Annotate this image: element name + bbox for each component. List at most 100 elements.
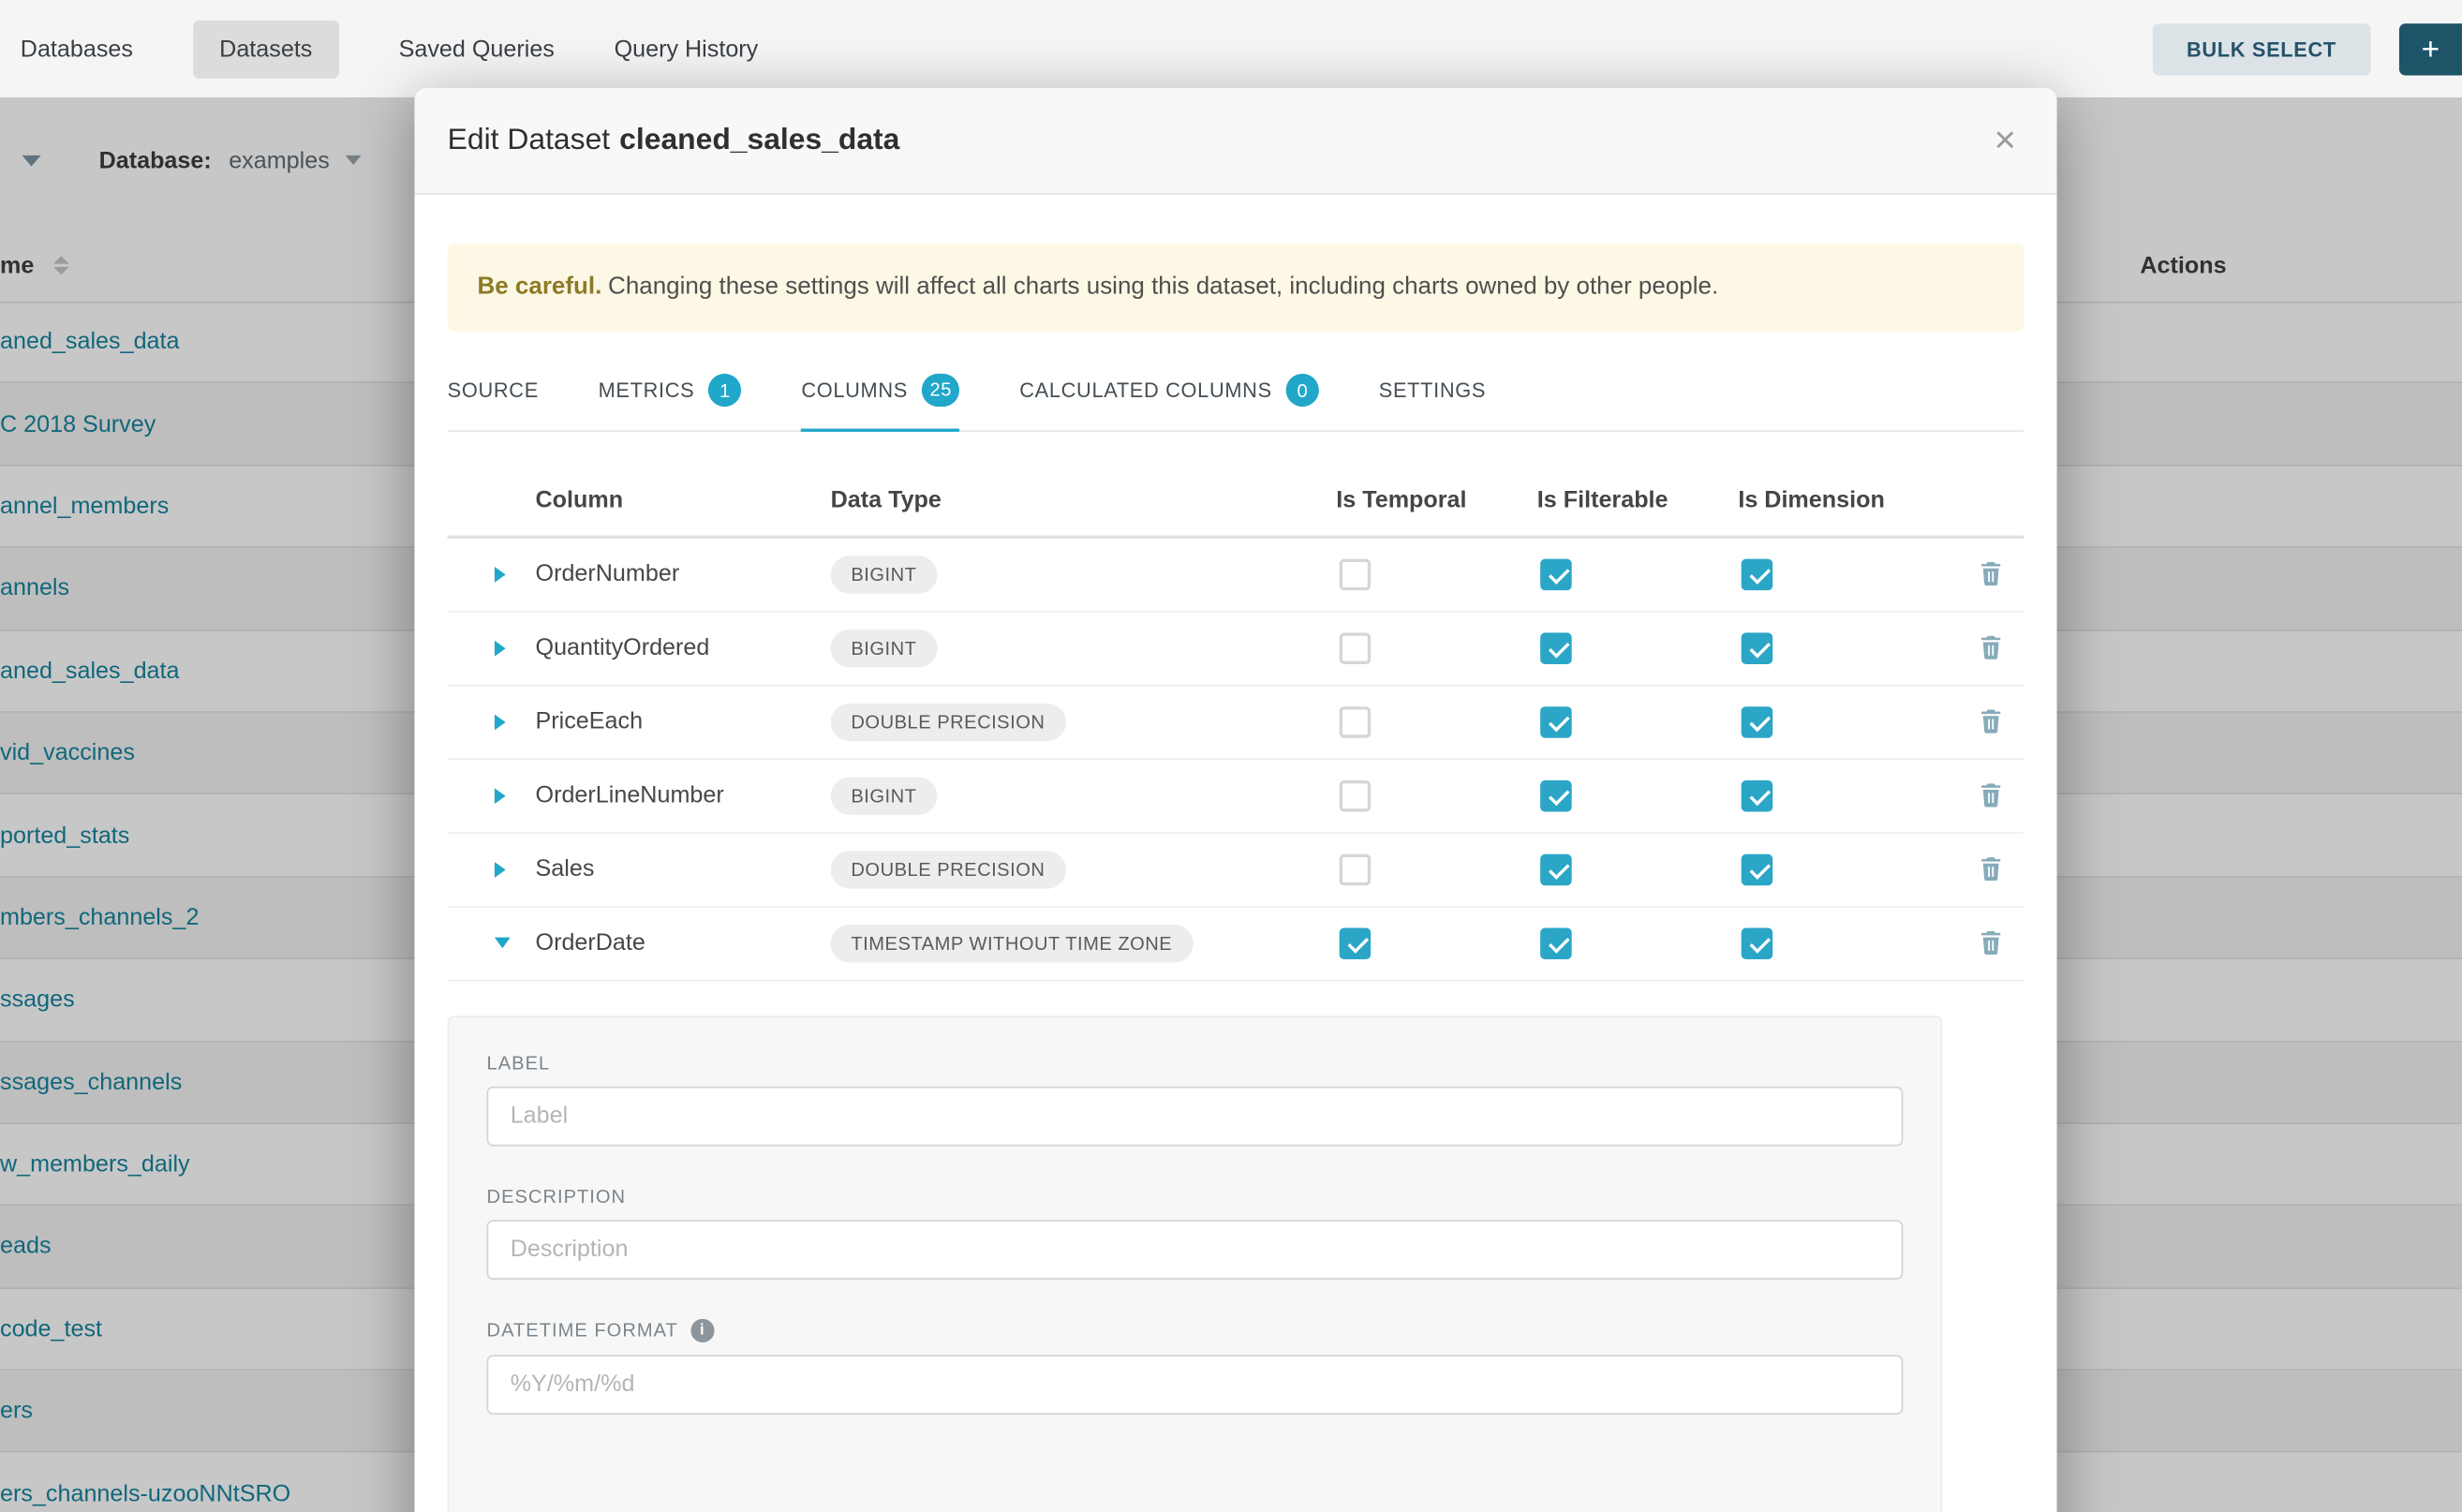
datetime-format-field-group: DATETIME FORMAT i: [487, 1318, 1904, 1414]
warning-banner: Be careful.Changing these settings will …: [448, 244, 2024, 331]
datetime-format-field-label: DATETIME FORMAT i: [487, 1318, 1904, 1342]
modal-title: Edit Dataset cleaned_sales_data: [448, 124, 900, 158]
is-temporal-checkbox[interactable]: [1340, 632, 1372, 664]
delete-column-icon[interactable]: [1980, 784, 2001, 808]
edit-dataset-modal: Edit Dataset cleaned_sales_data × Be care…: [414, 88, 2056, 1512]
columns-count-badge: 25: [922, 373, 959, 406]
column-row: PriceEach DOUBLE PRECISION: [448, 686, 2024, 760]
add-dataset-button[interactable]: +: [2399, 22, 2462, 74]
is-dimension-checkbox[interactable]: [1742, 927, 1773, 959]
expand-caret-icon[interactable]: [495, 788, 506, 804]
is-dimension-checkbox[interactable]: [1742, 853, 1773, 885]
column-name: QuantityOrdered: [536, 634, 831, 660]
tab-source[interactable]: SOURCE: [448, 353, 539, 430]
expand-caret-icon[interactable]: [495, 714, 506, 730]
is-filterable-checkbox[interactable]: [1540, 779, 1572, 811]
is-dimension-header: Is Dimension: [1738, 487, 1939, 513]
data-type-pill: BIGINT: [831, 777, 938, 814]
column-name: OrderDate: [536, 930, 831, 956]
delete-column-icon[interactable]: [1980, 636, 2001, 660]
datetime-format-input[interactable]: [487, 1355, 1904, 1415]
columns-table: Column Data Type Is Temporal Is Filterab…: [448, 466, 2024, 981]
delete-column-icon[interactable]: [1980, 562, 2001, 586]
calculated-columns-count-badge: 0: [1286, 374, 1319, 407]
tab-label: SOURCE: [448, 378, 539, 402]
column-row: Sales DOUBLE PRECISION: [448, 833, 2024, 907]
description-input[interactable]: [487, 1220, 1904, 1280]
description-field-label: DESCRIPTION: [487, 1185, 1904, 1207]
data-type-pill: BIGINT: [831, 556, 938, 593]
tab-label: CALCULATED COLUMNS: [1019, 378, 1272, 402]
bulk-select-button[interactable]: BULK SELECT: [2152, 22, 2371, 74]
expand-caret-icon[interactable]: [495, 640, 506, 656]
is-temporal-checkbox[interactable]: [1340, 706, 1372, 738]
is-temporal-header: Is Temporal: [1336, 487, 1537, 513]
info-icon[interactable]: i: [690, 1318, 714, 1342]
expand-caret-icon[interactable]: [495, 567, 506, 583]
plus-icon: +: [2422, 32, 2440, 67]
is-temporal-checkbox[interactable]: [1340, 779, 1372, 811]
modal-title-dataset-name: cleaned_sales_data: [619, 124, 899, 156]
column-header: Column: [536, 487, 831, 513]
delete-column-icon[interactable]: [1980, 931, 2001, 955]
is-filterable-checkbox[interactable]: [1540, 853, 1572, 885]
nav-right-actions: BULK SELECT +: [2152, 22, 2462, 74]
data-type-pill: TIMESTAMP WITHOUT TIME ZONE: [831, 925, 1193, 962]
tab-bar: SOURCE METRICS 1 COLUMNS 25 CALCULATED C…: [448, 353, 2024, 432]
tab-settings[interactable]: SETTINGS: [1379, 353, 1486, 430]
nav-item-saved-queries[interactable]: Saved Queries: [399, 36, 555, 62]
is-filterable-checkbox[interactable]: [1540, 632, 1572, 664]
column-name: Sales: [536, 856, 831, 882]
nav-item-datasets[interactable]: Datasets: [193, 20, 339, 78]
is-filterable-checkbox[interactable]: [1540, 706, 1572, 738]
column-row: OrderNumber BIGINT: [448, 538, 2024, 612]
metrics-count-badge: 1: [708, 374, 741, 407]
label-field-label: LABEL: [487, 1051, 1904, 1073]
tab-columns[interactable]: COLUMNS 25: [801, 353, 959, 432]
tab-label: COLUMNS: [801, 378, 908, 401]
data-type-pill: BIGINT: [831, 630, 938, 667]
column-detail-panel: LABEL DESCRIPTION DATETIME FORMAT i: [448, 1015, 1943, 1512]
column-row: OrderLineNumber BIGINT: [448, 760, 2024, 834]
tab-label: METRICS: [599, 378, 695, 402]
warning-text: Changing these settings will affect all …: [608, 274, 1718, 300]
delete-column-icon[interactable]: [1980, 857, 2001, 881]
is-temporal-checkbox[interactable]: [1340, 558, 1372, 590]
columns-table-header: Column Data Type Is Temporal Is Filterab…: [448, 466, 2024, 538]
column-row: QuantityOrdered BIGINT: [448, 612, 2024, 686]
is-filterable-header: Is Filterable: [1537, 487, 1739, 513]
nav-item-databases[interactable]: Databases: [21, 36, 133, 62]
close-icon[interactable]: ×: [1994, 122, 2015, 159]
column-row: OrderDate TIMESTAMP WITHOUT TIME ZONE: [448, 907, 2024, 981]
top-navigation: Databases Datasets Saved Queries Query H…: [0, 0, 2462, 97]
data-type-pill: DOUBLE PRECISION: [831, 851, 1066, 888]
tab-label: SETTINGS: [1379, 378, 1486, 402]
expand-caret-icon[interactable]: [495, 862, 506, 878]
tab-calculated-columns[interactable]: CALCULATED COLUMNS 0: [1019, 353, 1319, 430]
is-filterable-checkbox[interactable]: [1540, 927, 1572, 959]
tab-metrics[interactable]: METRICS 1: [599, 353, 742, 430]
is-dimension-checkbox[interactable]: [1742, 706, 1773, 738]
warning-bold-text: Be careful.: [478, 274, 602, 300]
modal-header: Edit Dataset cleaned_sales_data ×: [414, 88, 2056, 195]
column-name: OrderNumber: [536, 561, 831, 587]
description-field-group: DESCRIPTION: [487, 1185, 1904, 1280]
is-temporal-checkbox[interactable]: [1340, 853, 1372, 885]
label-input[interactable]: [487, 1086, 1904, 1146]
column-name: OrderLineNumber: [536, 782, 831, 808]
column-name: PriceEach: [536, 708, 831, 734]
data-type-pill: DOUBLE PRECISION: [831, 703, 1066, 740]
modal-body: Be careful.Changing these settings will …: [414, 244, 2056, 1512]
is-filterable-checkbox[interactable]: [1540, 558, 1572, 590]
is-temporal-checkbox[interactable]: [1340, 927, 1372, 959]
is-dimension-checkbox[interactable]: [1742, 779, 1773, 811]
is-dimension-checkbox[interactable]: [1742, 632, 1773, 664]
delete-column-icon[interactable]: [1980, 710, 2001, 734]
nav-tabs: Databases Datasets Saved Queries Query H…: [0, 20, 758, 78]
modal-title-prefix: Edit Dataset: [448, 124, 610, 156]
app-root: Databases Datasets Saved Queries Query H…: [0, 0, 2462, 1512]
data-type-header: Data Type: [831, 487, 1337, 513]
is-dimension-checkbox[interactable]: [1742, 558, 1773, 590]
nav-item-query-history[interactable]: Query History: [615, 36, 759, 62]
collapse-caret-icon[interactable]: [495, 938, 511, 949]
